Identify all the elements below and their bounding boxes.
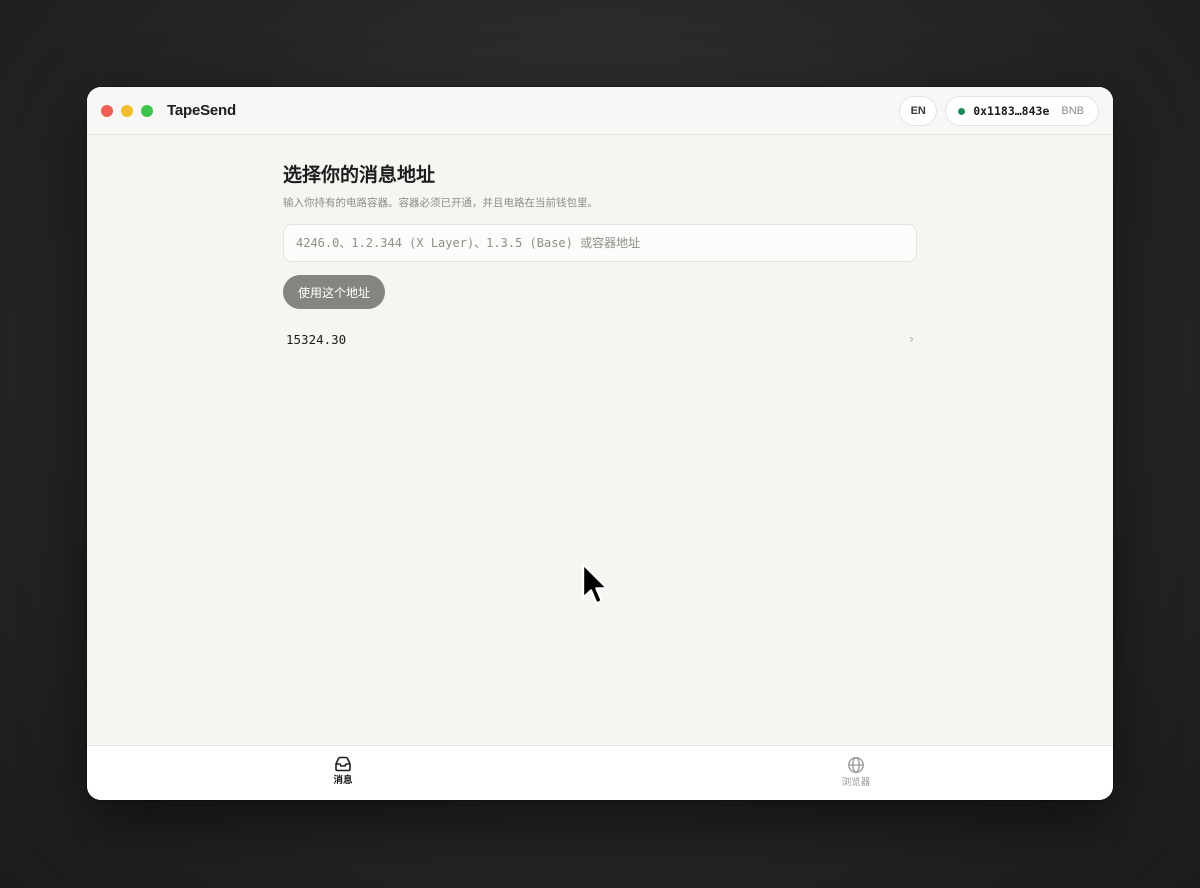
address-input[interactable] bbox=[283, 224, 917, 262]
wallet-address: 0x1183…843e bbox=[973, 104, 1050, 118]
bottom-nav: 消息 浏览器 bbox=[87, 745, 1113, 800]
tab-browser-label: 浏览器 bbox=[841, 777, 871, 788]
page-subtitle: 输入你持有的电路容器。容器必须已开通，并且电路在当前钱包里。 bbox=[283, 197, 598, 209]
tab-messages-label: 消息 bbox=[333, 775, 353, 786]
tab-messages[interactable]: 消息 bbox=[303, 756, 383, 787]
tab-browser[interactable]: 浏览器 bbox=[816, 756, 896, 789]
window-controls bbox=[101, 104, 153, 117]
title-bar: TapeSend EN 0x1183…843e BNB bbox=[87, 87, 1113, 135]
page-title: 选择你的消息地址 bbox=[283, 164, 436, 186]
wallet-button[interactable]: 0x1183…843e BNB bbox=[945, 96, 1099, 126]
connection-status-dot-icon bbox=[958, 107, 966, 115]
chevron-right-icon: › bbox=[909, 332, 914, 346]
globe-icon bbox=[847, 756, 865, 774]
close-window-button[interactable] bbox=[101, 104, 113, 117]
minimize-window-button[interactable] bbox=[121, 104, 133, 117]
app-window: TapeSend EN 0x1183…843e BNB 选择你的消息地址 输入你… bbox=[87, 87, 1113, 800]
title-bar-actions: EN 0x1183…843e BNB bbox=[899, 96, 1099, 126]
language-toggle-button[interactable]: EN bbox=[899, 96, 938, 126]
wallet-chain: BNB bbox=[1061, 105, 1084, 117]
saved-address-item[interactable]: 15324.30 › bbox=[283, 322, 917, 356]
app-title: TapeSend bbox=[167, 102, 236, 119]
mouse-cursor-icon bbox=[581, 562, 609, 605]
saved-address-label: 15324.30 bbox=[286, 331, 347, 347]
address-picker-panel: 选择你的消息地址 输入你持有的电路容器。容器必须已开通，并且电路在当前钱包里。 … bbox=[283, 163, 917, 356]
use-address-button[interactable]: 使用这个地址 bbox=[283, 275, 386, 309]
inbox-icon bbox=[335, 756, 351, 772]
maximize-window-button[interactable] bbox=[141, 104, 153, 117]
